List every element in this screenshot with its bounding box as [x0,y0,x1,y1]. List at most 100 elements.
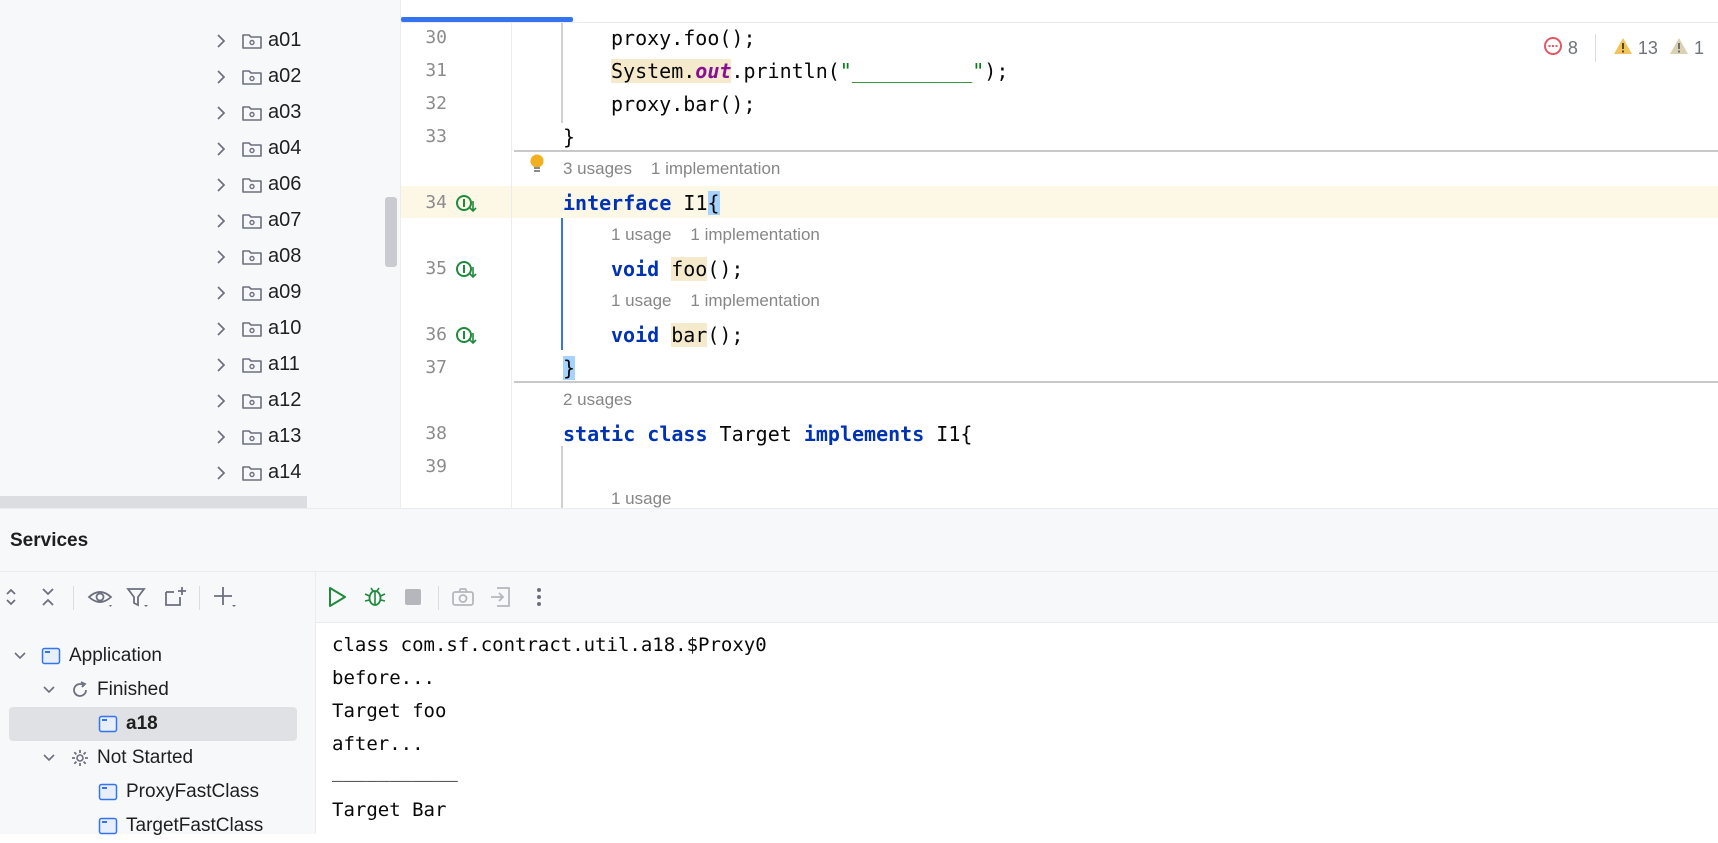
project-tree-scrollbar[interactable] [385,197,397,267]
implemented-method-icon[interactable] [455,325,477,347]
code-line[interactable]: 38 static class Target implements I1{ [401,417,1718,450]
service-node-proxyfastclass[interactable]: ProxyFastClass [0,775,315,809]
code-token-field: out [695,59,732,83]
more-options-icon[interactable] [526,584,552,610]
package-folder-icon [241,174,263,196]
chevron-right-icon[interactable] [212,356,230,374]
service-node-finished[interactable]: Finished [0,673,315,707]
chevron-right-icon[interactable] [212,140,230,158]
implemented-interface-icon[interactable] [455,193,477,215]
code-line[interactable]: 34 interface I1{ [401,186,1718,219]
project-tree-panel: a01a02a03a04a06a07a08a09a10a11a12a13a14a… [0,0,400,508]
project-folder-a08[interactable]: a08 [0,239,380,275]
usages-hint[interactable]: 1 usage [611,489,672,508]
debug-icon[interactable] [362,584,388,610]
service-node-not-started[interactable]: Not Started [0,741,315,775]
package-folder-icon [241,318,263,340]
code-token: ); [984,59,1009,83]
chevron-down-icon[interactable] [41,750,57,766]
usages-hint[interactable]: 3 usages 1 implementation [563,159,780,179]
service-node-application[interactable]: Application [0,639,315,673]
code-line[interactable]: 31 System.out.println("__________"); [401,54,1718,87]
project-folder-a10[interactable]: a10 [0,311,380,347]
new-group-icon[interactable] [162,584,188,610]
service-node-a18[interactable]: a18 [0,707,315,741]
chevron-right-icon[interactable] [212,464,230,482]
run-icon[interactable] [324,584,350,610]
attach-icon[interactable] [488,584,514,610]
console-line: before... [332,667,435,689]
code-line[interactable]: 39 [401,450,1718,483]
chevron-right-icon[interactable] [212,104,230,122]
console-output-panel[interactable]: class com.sf.contract.util.a18.$Proxy0 b… [316,572,1718,834]
code-token: (); [707,323,744,347]
console-line: Target foo [332,700,447,722]
package-folder-icon [241,462,263,484]
lightbulb-icon[interactable] [528,153,546,179]
code-token-keyword: class [647,422,708,446]
chevron-right-icon[interactable] [212,392,230,410]
project-folder-a11[interactable]: a11 [0,347,380,383]
chevron-right-icon[interactable] [212,32,230,50]
folder-label: a06 [268,173,302,195]
project-folder-a14[interactable]: a14 [0,455,380,491]
code-line[interactable]: 35 void foo(); [401,252,1718,285]
code-line[interactable]: 36 void bar(); [401,318,1718,351]
chevron-right-icon[interactable] [212,428,230,446]
code-line[interactable]: 30 proxy.foo(); [401,21,1718,54]
folder-label: a07 [268,209,302,231]
chevron-right-icon[interactable] [212,284,230,302]
line-number: 32 [425,93,447,114]
console-line: class com.sf.contract.util.a18.$Proxy0 [332,634,767,656]
code-text: proxy.bar(); [611,92,756,116]
project-folder-a09[interactable]: a09 [0,275,380,311]
project-folder-a01[interactable]: a01 [0,23,380,59]
application-icon [98,782,118,802]
service-label: TargetFastClass [126,815,264,836]
code-token-keyword: interface [563,191,672,215]
chevron-right-icon[interactable] [212,68,230,86]
project-folder-a06[interactable]: a06 [0,167,380,203]
services-tree-panel: Application Finished a18 Not Started Pro… [0,572,315,836]
package-folder-icon [241,210,263,232]
chevron-right-icon[interactable] [212,176,230,194]
usages-hint[interactable]: 1 usage 1 implementation [611,225,820,245]
project-folder-a12[interactable]: a12 [0,383,380,419]
refresh-icon [70,680,90,700]
project-folder-a13[interactable]: a13 [0,419,380,455]
line-number: 33 [425,126,447,147]
project-folder-a03[interactable]: a03 [0,95,380,131]
console-line: ___________ [332,760,458,782]
services-title: Services [10,530,89,551]
usages-hint[interactable]: 1 usage 1 implementation [611,291,820,311]
code-editor[interactable]: 8 13 1 30 proxy.foo(); 31 System.out.pri… [401,0,1718,508]
expand-all-icon[interactable] [0,584,26,610]
project-folder-a07[interactable]: a07 [0,203,380,239]
usages-hint[interactable]: 2 usages [563,390,632,410]
implemented-method-icon[interactable] [455,259,477,281]
code-token-keyword: void [611,323,660,347]
chevron-right-icon[interactable] [212,248,230,266]
add-service-icon[interactable] [212,584,238,610]
code-text: } [563,125,576,149]
stop-icon[interactable] [400,584,426,610]
folder-label: a04 [268,137,302,159]
chevron-right-icon[interactable] [212,320,230,338]
eye-icon[interactable] [86,584,113,610]
camera-icon[interactable] [450,584,476,610]
code-token-string: "__________" [839,59,985,83]
chevron-right-icon[interactable] [212,212,230,230]
filter-icon[interactable] [124,584,150,610]
chevron-down-icon[interactable] [41,682,57,698]
collapse-all-icon[interactable] [36,584,62,610]
code-line[interactable]: 33 } [401,120,1718,153]
project-folder-a02[interactable]: a02 [0,59,380,95]
service-node-targetfastclass[interactable]: TargetFastClass [0,809,315,843]
code-line[interactable]: 37 } [401,351,1718,384]
code-text: static class Target implements I1{ [563,422,972,446]
line-number: 38 [425,423,447,444]
code-line[interactable]: 32 proxy.bar(); [401,87,1718,120]
chevron-down-icon[interactable] [12,648,28,664]
project-tree-selected-row[interactable] [0,496,307,508]
project-folder-a04[interactable]: a04 [0,131,380,167]
